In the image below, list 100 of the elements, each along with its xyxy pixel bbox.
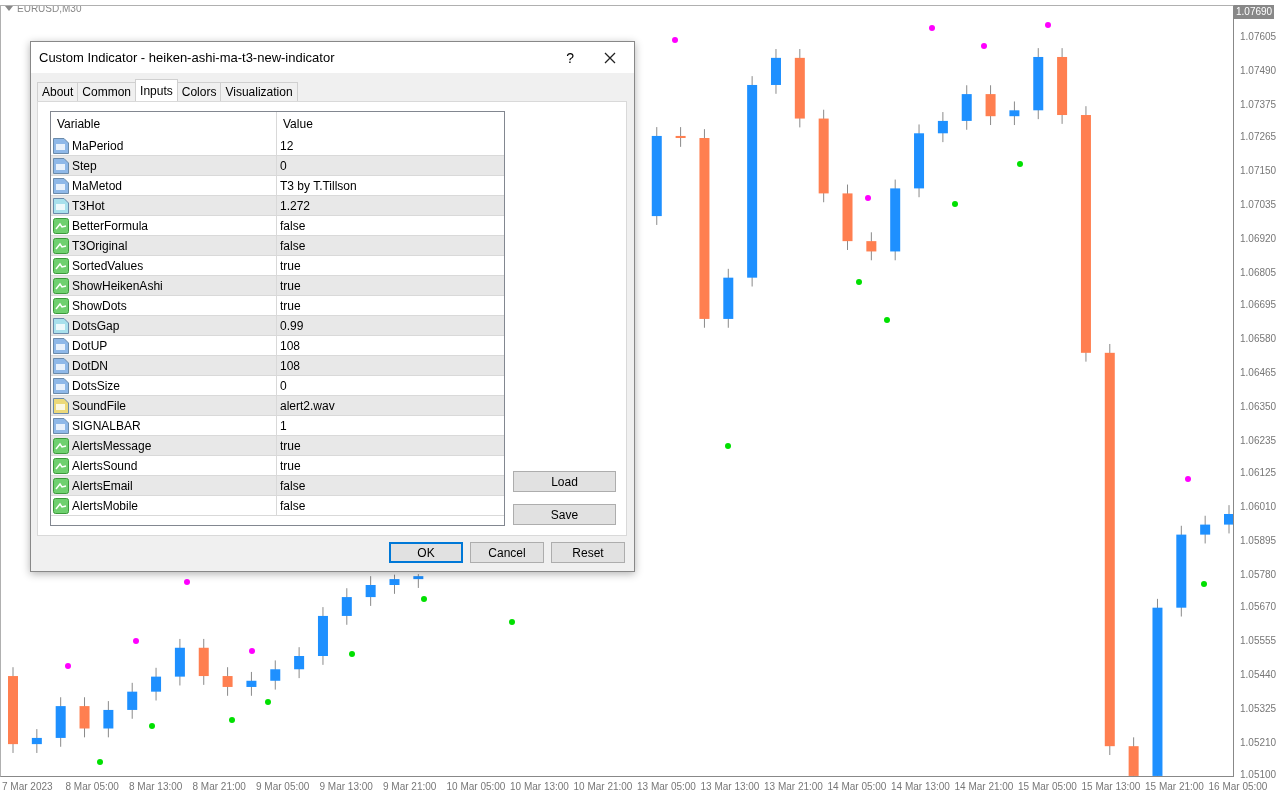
document-icon: [53, 137, 69, 154]
variable-value[interactable]: 1: [277, 416, 504, 435]
signal-dot: [952, 201, 958, 207]
price-label: 1.07605: [1239, 30, 1277, 43]
time-label: 14 Mar 21:00: [954, 780, 1015, 792]
variable-value[interactable]: false: [277, 496, 504, 515]
variable-name: Step: [72, 158, 97, 173]
time-label: 15 Mar 21:00: [1145, 780, 1205, 792]
variable-value[interactable]: true: [277, 296, 504, 315]
signal-dot: [149, 723, 155, 729]
price-label: 1.07265: [1239, 131, 1277, 144]
price-label: 1.05100: [1239, 769, 1277, 782]
document-icon: [53, 417, 69, 434]
variable-value[interactable]: 1.272: [277, 196, 504, 215]
price-label: 1.06350: [1239, 400, 1277, 413]
variable-value[interactable]: 0.99: [277, 316, 504, 335]
window-title: Custom Indicator - heiken-ashi-ma-t3-new-indicator: [39, 50, 336, 65]
variable-value[interactable]: true: [277, 456, 504, 475]
time-label: 8 Mar 21:00: [192, 780, 247, 792]
price-label: 1.05670: [1239, 601, 1277, 614]
variable-value[interactable]: false: [277, 216, 504, 235]
time-label: 9 Mar 05:00: [256, 780, 311, 792]
document-icon: [53, 337, 69, 354]
signal-dot: [65, 663, 71, 669]
variable-value[interactable]: 108: [277, 336, 504, 355]
price-label: 1.06125: [1239, 467, 1277, 479]
time-label: 8 Mar 13:00: [129, 780, 184, 792]
signal-dot: [865, 195, 871, 201]
candle: [103, 700, 114, 738]
variable-value[interactable]: 108: [277, 356, 504, 375]
candle: [413, 573, 424, 589]
document-icon: [53, 397, 69, 414]
price-label: 1.06695: [1239, 299, 1277, 312]
variable-value[interactable]: 12: [277, 136, 504, 155]
variable-name: AlertsMessage: [72, 438, 152, 453]
time-label: 13 Mar 21:00: [764, 780, 824, 792]
time-label: 16 Mar 05:00: [1208, 780, 1269, 792]
price-label: 1.07375: [1239, 98, 1277, 111]
price-label: 1.05780: [1239, 568, 1277, 581]
price-label: 1.06805: [1239, 266, 1277, 279]
close-icon[interactable]: [604, 51, 616, 64]
signal-dot: [229, 717, 235, 723]
dialog-button[interactable]: OK: [389, 542, 463, 563]
variable-value[interactable]: false: [277, 236, 504, 255]
time-label: 15 Mar 13:00: [1081, 780, 1142, 792]
price-label: 1.05325: [1239, 702, 1277, 715]
time-label: 10 Mar 13:00: [510, 780, 570, 792]
variable-value[interactable]: 0: [277, 156, 504, 175]
variable-name: T3Hot: [72, 198, 105, 213]
candle: [270, 659, 281, 691]
signal-dot: [249, 648, 255, 654]
load-button[interactable]: Load: [513, 471, 616, 492]
signal-dot: [421, 596, 427, 602]
variable-value[interactable]: alert2.wav: [277, 396, 504, 415]
variable-value[interactable]: T3 by T.Tillson: [277, 176, 504, 195]
help-button[interactable]: ?: [566, 49, 574, 66]
variable-name: MaPeriod: [72, 138, 124, 153]
signal-dot: [1185, 476, 1191, 482]
price-label: 1.06580: [1239, 332, 1277, 345]
signal-dot: [884, 317, 890, 323]
time-label: 8 Mar 05:00: [65, 780, 120, 792]
price-label: 1.06235: [1239, 434, 1277, 447]
dialog-button[interactable]: Reset: [551, 542, 625, 563]
document-icon: [53, 177, 69, 194]
time-label: 7 Mar 2023: [2, 780, 54, 792]
current-price-label: 1.07690: [1234, 5, 1275, 19]
signal-dot: [929, 25, 935, 31]
candle: [79, 696, 90, 738]
tab[interactable]: Visualization: [220, 82, 298, 101]
tab[interactable]: About: [37, 82, 79, 101]
variable-name: SIGNALBAR: [72, 418, 141, 433]
variable-name: AlertsSound: [72, 458, 138, 473]
price-label: 1.05440: [1239, 668, 1277, 681]
document-icon: [53, 197, 69, 214]
document-icon: [53, 317, 69, 334]
variable-name: SoundFile: [72, 398, 127, 413]
time-label: 9 Mar 13:00: [319, 780, 374, 792]
time-label: 13 Mar 05:00: [637, 780, 697, 792]
candle: [1200, 515, 1211, 544]
candle: [937, 111, 948, 143]
variable-value[interactable]: true: [277, 436, 504, 455]
dropdown-arrow-icon[interactable]: [5, 6, 13, 11]
time-label: 15 Mar 05:00: [1018, 780, 1078, 792]
signal-dot: [265, 699, 271, 705]
signal-dot: [725, 443, 731, 449]
dialog-button[interactable]: Cancel: [470, 542, 544, 563]
save-button[interactable]: Save: [513, 504, 616, 525]
tab[interactable]: Inputs: [135, 79, 178, 101]
candle: [985, 84, 996, 126]
document-icon: [53, 357, 69, 374]
candle: [1224, 504, 1233, 534]
variable-value[interactable]: false: [277, 476, 504, 495]
candle: [317, 606, 328, 666]
signal-dot: [184, 579, 190, 585]
time-label: 14 Mar 13:00: [891, 780, 951, 792]
variable-value[interactable]: 0: [277, 376, 504, 395]
variable-value[interactable]: true: [277, 256, 504, 275]
candle: [151, 667, 162, 701]
variable-value[interactable]: true: [277, 276, 504, 295]
signal-dot: [981, 43, 987, 49]
